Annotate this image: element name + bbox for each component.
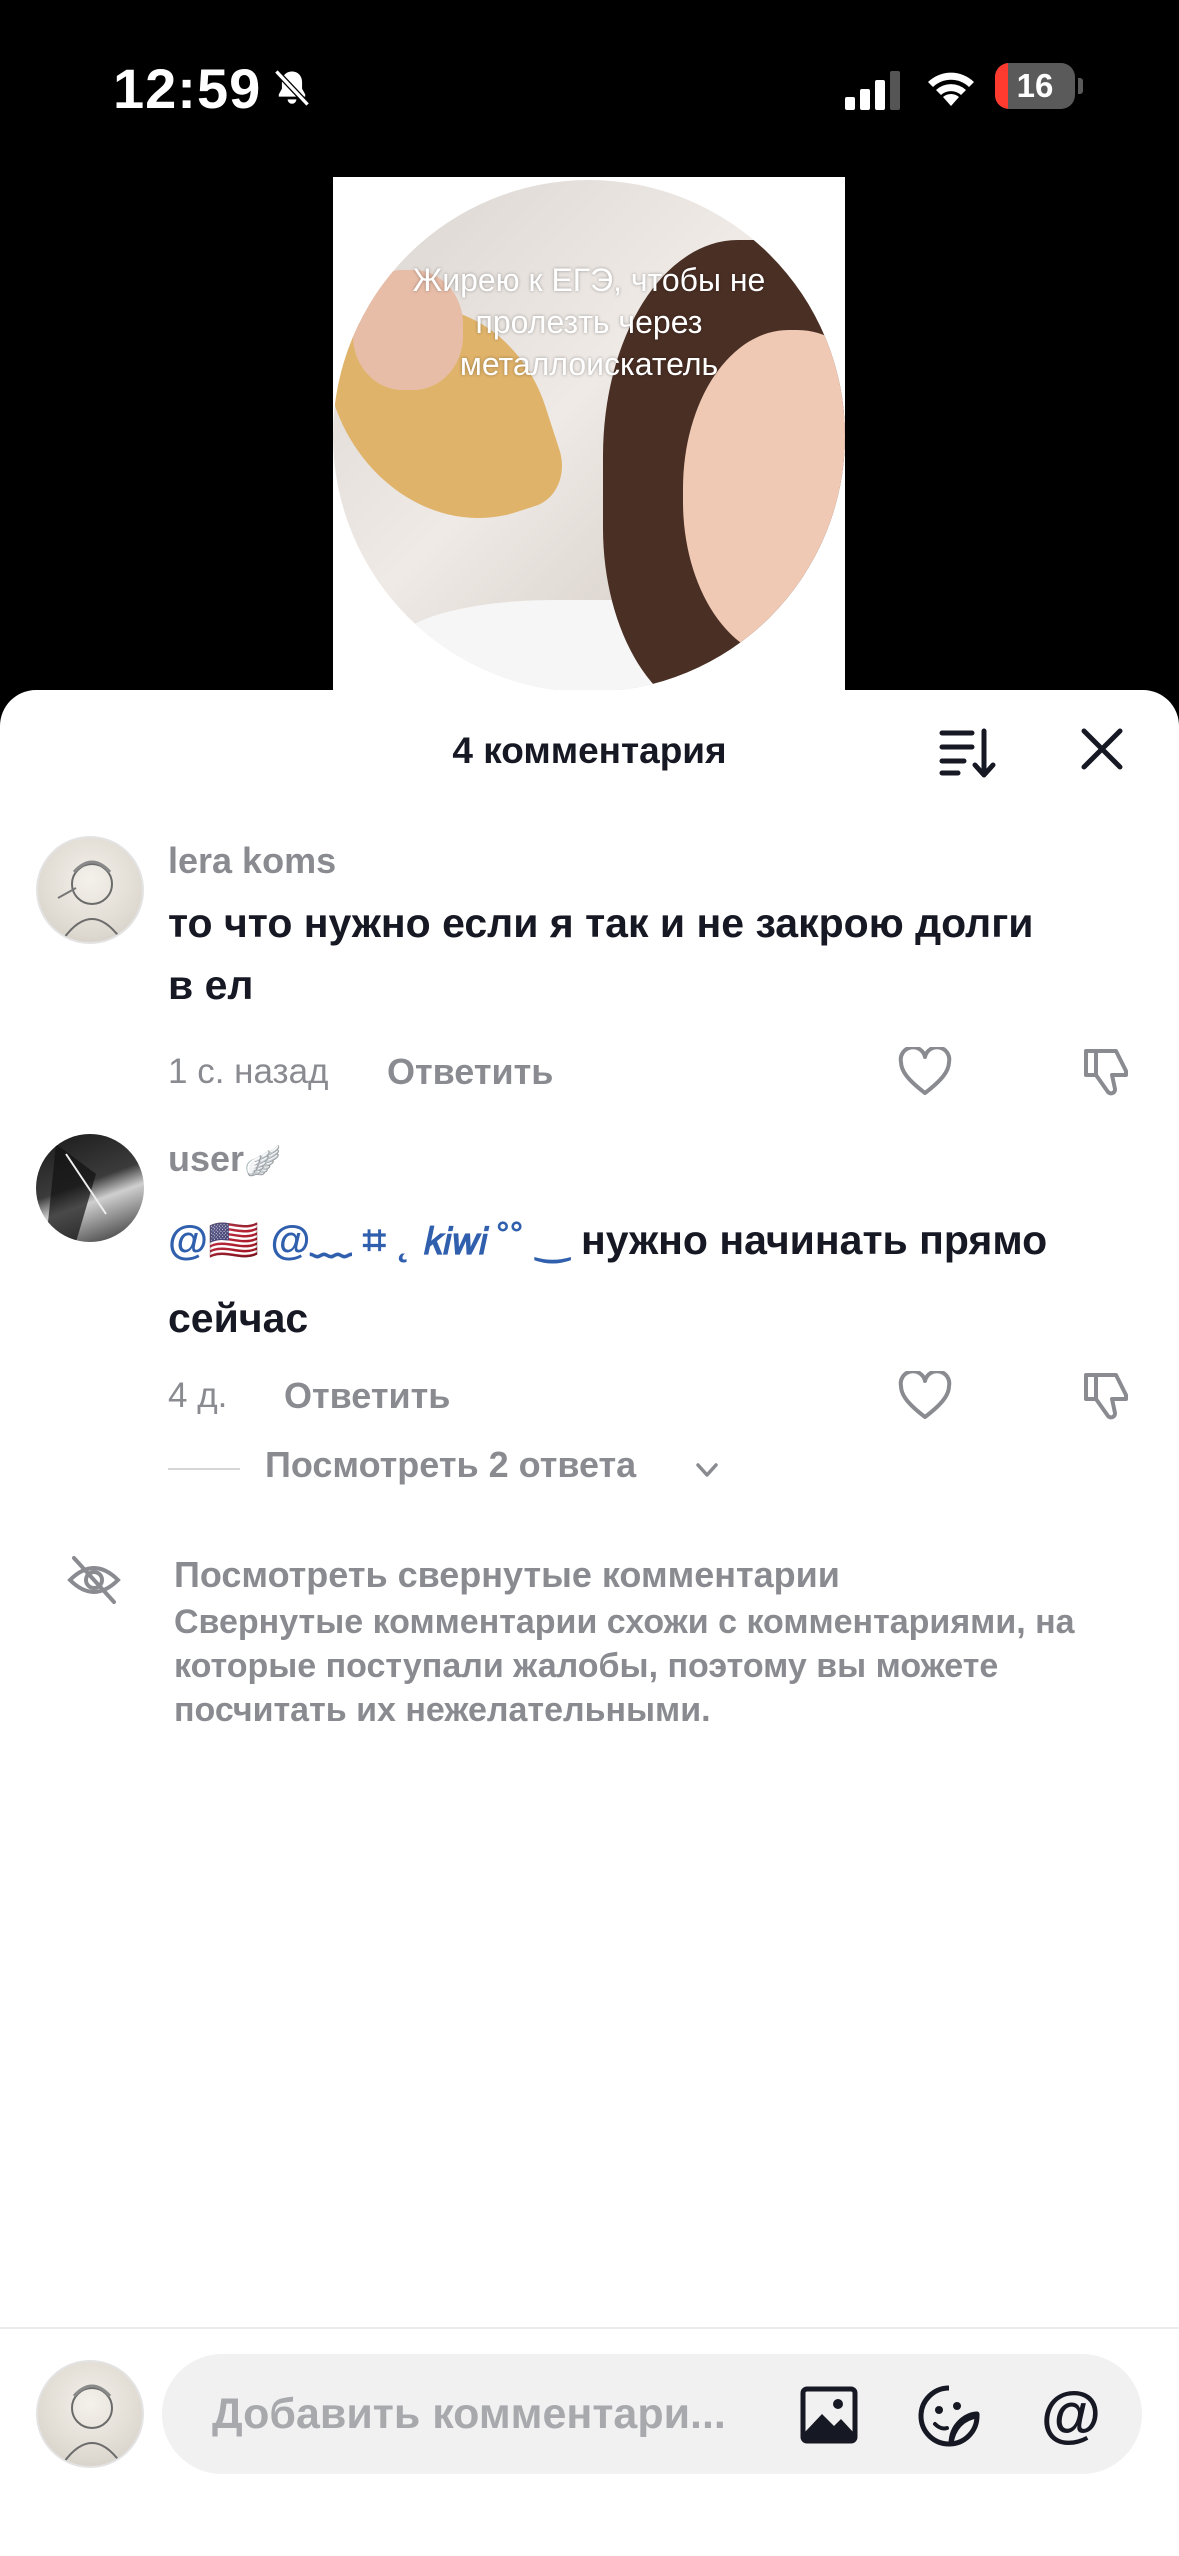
video-thumbnail: [333, 180, 845, 692]
mention-link[interactable]: @🇺🇸: [168, 1217, 259, 1263]
dislike-icon[interactable]: [1080, 1369, 1134, 1423]
image-icon[interactable]: [800, 2386, 858, 2444]
sticker-icon[interactable]: [917, 2384, 981, 2448]
comment-timestamp: 4 д.: [168, 1376, 228, 1415]
collapsed-comments-title: Посмотреть свернутые комментарии: [174, 1554, 840, 1595]
heart-icon[interactable]: [898, 1371, 952, 1421]
mention-icon[interactable]: @: [1038, 2382, 1104, 2448]
avatar[interactable]: [36, 836, 144, 944]
battery-percent: 16: [1016, 67, 1054, 104]
comment-text: то что нужно если я так и не закрою долг…: [168, 900, 1034, 1008]
sort-icon[interactable]: [938, 725, 996, 779]
video-caption: Жирею к ЕГЭ, чтобы не пролезть через мет…: [412, 262, 766, 382]
comment-input[interactable]: Добавить комментари... @: [162, 2354, 1142, 2474]
comment-timestamp: 1 с. назад: [168, 1052, 329, 1091]
heart-icon[interactable]: [898, 1047, 952, 1097]
reply-button[interactable]: Ответить: [387, 1051, 553, 1093]
username-emoji: 🪽: [244, 1145, 282, 1178]
avatar[interactable]: [36, 2360, 144, 2468]
status-time: 12:59: [113, 57, 262, 120]
close-icon[interactable]: [1078, 725, 1126, 773]
battery-icon: 16: [995, 63, 1083, 109]
comments-count-title: 4 комментария: [452, 730, 727, 771]
status-bar: 12:59 16: [0, 0, 1179, 175]
view-replies-label: Посмотреть 2 ответа: [265, 1444, 637, 1485]
video-preview[interactable]: Жирею к ЕГЭ, чтобы не пролезть через мет…: [333, 177, 845, 695]
comment-username[interactable]: user🪽: [168, 1138, 281, 1180]
wifi-icon: [928, 72, 974, 106]
mention-link[interactable]: @﹏ ⌗ ˛ 𝘬𝘪𝘸𝘪 ˚˚ ‿: [270, 1217, 569, 1263]
comment-text: @🇺🇸 @﹏ ⌗ ˛ 𝘬𝘪𝘸𝘪 ˚˚ ‿ нужно начинать прям…: [168, 1201, 1068, 1357]
cellular-signal-icon: [845, 71, 900, 110]
avatar[interactable]: [36, 1134, 144, 1242]
divider: [168, 1468, 240, 1470]
comment-composer: Добавить комментари... @: [0, 2327, 1179, 2556]
eye-off-icon: [67, 1556, 121, 1604]
bell-muted-icon: [274, 69, 310, 107]
comment-input-placeholder: Добавить комментари...: [212, 2390, 726, 2438]
username-text: user: [168, 1138, 245, 1179]
dislike-icon[interactable]: [1080, 1045, 1134, 1099]
collapsed-comments-description: Свернутые комментарии схожи с комментари…: [174, 1603, 1075, 1729]
chevron-down-icon: [696, 1463, 718, 1477]
comment-username[interactable]: lera koms: [168, 840, 336, 882]
reply-button[interactable]: Ответить: [284, 1375, 450, 1417]
